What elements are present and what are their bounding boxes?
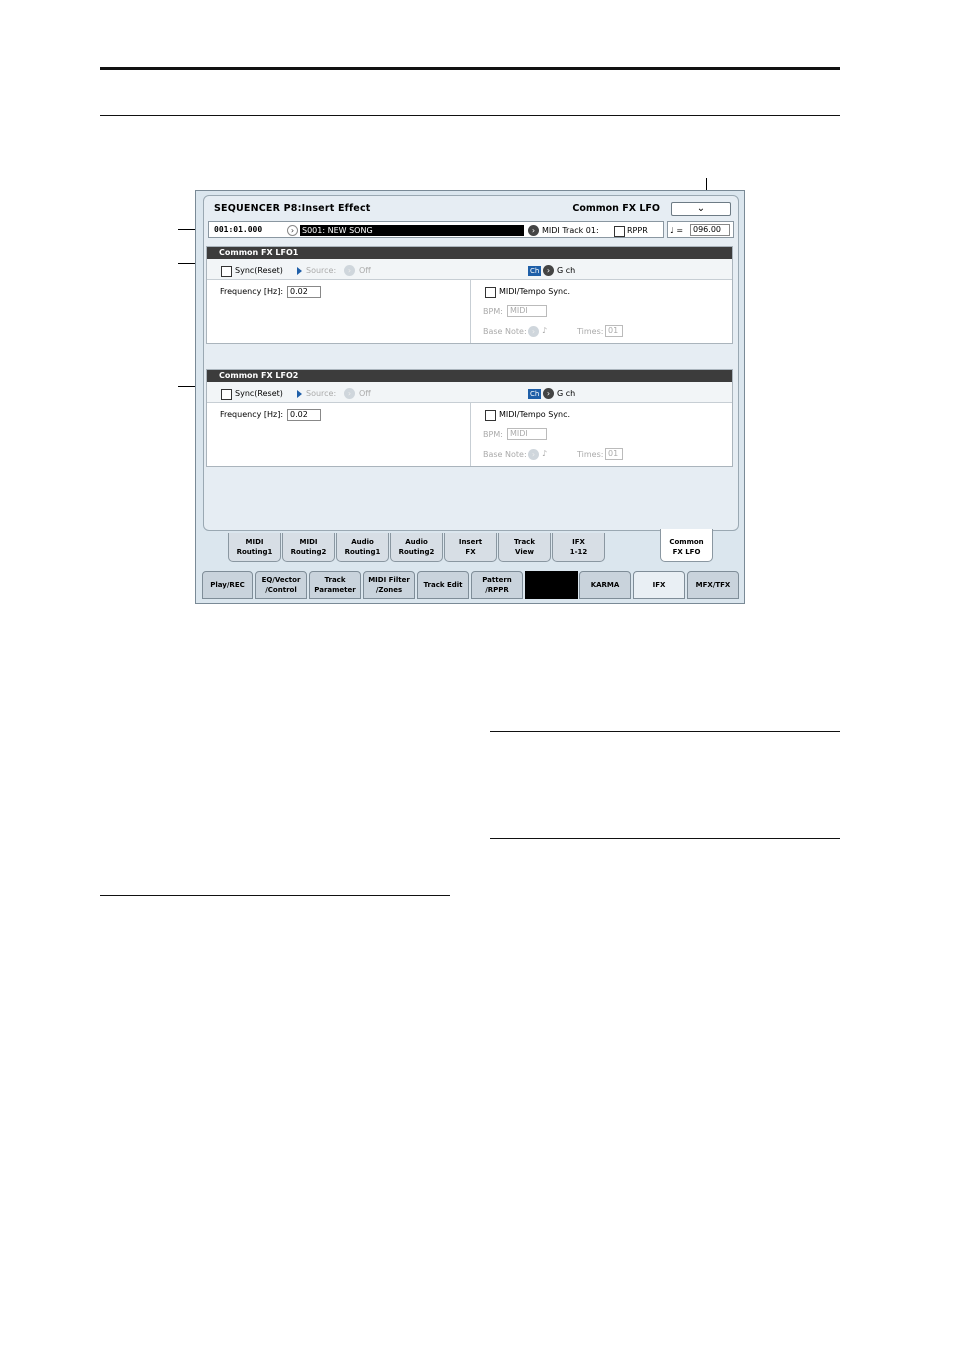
lfo1-source-value[interactable]: Off: [359, 266, 371, 276]
second-rule: [100, 115, 840, 116]
lfo1-tempo-sync-checkbox[interactable]: [485, 287, 496, 298]
lfo1-source-select-icon[interactable]: ›: [344, 265, 355, 276]
lfo2-header: Common FX LFO2: [207, 370, 732, 382]
lfo2-ch-select-icon[interactable]: ›: [543, 388, 554, 399]
tab-insert-fx[interactable]: Insert FX: [444, 533, 497, 562]
rppr-checkbox[interactable]: [614, 226, 625, 237]
lfo1-base-note-label: Base Note:: [483, 327, 527, 336]
lfo1-section: Common FX LFO1 Sync(Reset) Source: › Off…: [206, 246, 733, 344]
tab-midi-filter-zones[interactable]: MIDI Filter/Zones: [363, 571, 415, 599]
tab-midi-routing2[interactable]: MIDI Routing2: [282, 533, 335, 562]
lfo1-sync-row: [207, 259, 732, 280]
lfo1-bpm-field[interactable]: MIDI: [507, 305, 547, 317]
tab-midi-routing1[interactable]: MIDI Routing1: [228, 533, 281, 562]
lfo2-source-select-icon[interactable]: ›: [344, 388, 355, 399]
midi-track-label: MIDI Track 01:: [542, 226, 599, 235]
main-panel: SEQUENCER P8:Insert Effect Common FX LFO…: [203, 195, 739, 531]
left-rule: [100, 895, 450, 896]
lfo1-source-label: Source:: [306, 266, 337, 275]
tab-mfx-tfx[interactable]: MFX/TFX: [687, 571, 739, 599]
lfo1-frequency-label: Frequency [Hz]:: [220, 287, 284, 296]
rppr-label: RPPR: [627, 226, 648, 235]
lfo1-sync-label: Sync(Reset): [235, 266, 283, 275]
lfo1-frequency-field[interactable]: 0.02: [287, 286, 321, 298]
lfo2-sync-checkbox[interactable]: [221, 389, 232, 400]
lfo1-ch-badge: Ch: [528, 266, 542, 276]
lfo1-source-arrow-icon: [297, 267, 302, 275]
tab-ifx[interactable]: IFX: [633, 571, 685, 599]
lfo2-source-value[interactable]: Off: [359, 389, 371, 399]
tab-play-rec[interactable]: Play/REC: [202, 571, 253, 599]
lfo2-base-note-label: Base Note:: [483, 450, 527, 459]
song-select-icon[interactable]: ›: [287, 225, 298, 236]
right-rule-2: [490, 838, 840, 839]
location-readout[interactable]: 001:01.000: [214, 225, 262, 235]
page-title: SEQUENCER P8:Insert Effect: [214, 203, 371, 214]
lfo2-times-field[interactable]: 01: [605, 448, 623, 460]
tab-audio-routing2[interactable]: Audio Routing2: [390, 533, 443, 562]
song-name-field[interactable]: S001: NEW SONG: [300, 225, 524, 236]
chevron-down-icon: ⌄: [696, 203, 706, 214]
lfo2-ch-badge: Ch: [528, 389, 542, 399]
lfo2-tempo-sync-checkbox[interactable]: [485, 410, 496, 421]
lfo1-ch-select-icon[interactable]: ›: [543, 265, 554, 276]
lfo2-bpm-field[interactable]: MIDI: [507, 428, 547, 440]
lfo2-source-arrow-icon: [297, 390, 302, 398]
top-rule: [100, 67, 840, 70]
lfo1-gch-value[interactable]: G ch: [557, 266, 575, 276]
tab-bar-gap: [525, 571, 578, 599]
lfo2-sync-row: [207, 382, 732, 403]
lfo1-divider: [470, 280, 471, 343]
lfo2-frequency-field[interactable]: 0.02: [287, 409, 321, 421]
tempo-symbol: ♩ =: [670, 226, 684, 235]
lfo2-section: Common FX LFO2 Sync(Reset) Source: › Off…: [206, 369, 733, 467]
tab-audio-routing1[interactable]: Audio Routing1: [336, 533, 389, 562]
lfo1-base-note-value[interactable]: ♪: [542, 326, 547, 336]
tab-karma[interactable]: KARMA: [579, 571, 631, 599]
lfo2-base-note-value[interactable]: ♪: [542, 449, 547, 459]
tab-track-edit[interactable]: Track Edit: [417, 571, 469, 599]
lfo2-frequency-label: Frequency [Hz]:: [220, 410, 284, 419]
lfo2-sync-label: Sync(Reset): [235, 389, 283, 398]
lfo1-tempo-sync-label: MIDI/Tempo Sync.: [499, 287, 571, 296]
right-rule-1: [490, 731, 840, 732]
lfo2-source-label: Source:: [306, 389, 337, 398]
page-menu-button[interactable]: ⌄: [671, 202, 731, 216]
lfo1-header: Common FX LFO1: [207, 247, 732, 259]
tab-track-parameter[interactable]: Track Parameter: [309, 571, 361, 599]
track-select-icon[interactable]: ›: [528, 225, 539, 236]
lfo1-sync-checkbox[interactable]: [221, 266, 232, 277]
sequencer-screen: SEQUENCER P8:Insert Effect Common FX LFO…: [195, 190, 745, 604]
tab-track-view[interactable]: Track View: [498, 533, 551, 562]
lfo2-divider: [470, 403, 471, 466]
lfo2-base-note-select-icon[interactable]: ›: [528, 449, 539, 460]
tab-eq-vector-control[interactable]: EQ/Vector/Control: [255, 571, 307, 599]
lfo2-tempo-sync-label: MIDI/Tempo Sync.: [499, 410, 571, 419]
lfo2-bpm-label: BPM:: [483, 430, 503, 439]
tempo-field[interactable]: 096.00: [690, 224, 730, 236]
lfo2-times-label: Times:: [577, 450, 604, 459]
lfo1-base-note-select-icon[interactable]: ›: [528, 326, 539, 337]
tab-ifx-1-12[interactable]: IFX 1-12: [552, 533, 605, 562]
lfo2-gch-value[interactable]: G ch: [557, 389, 575, 399]
lfo1-times-field[interactable]: 01: [605, 325, 623, 337]
lfo1-bpm-label: BPM:: [483, 307, 503, 316]
page-subtitle: Common FX LFO: [572, 203, 660, 214]
lfo1-times-label: Times:: [577, 327, 604, 336]
tab-pattern-rppr[interactable]: Pattern/RPPR: [471, 571, 523, 599]
tab-common-fx-lfo[interactable]: Common FX LFO: [660, 529, 713, 562]
